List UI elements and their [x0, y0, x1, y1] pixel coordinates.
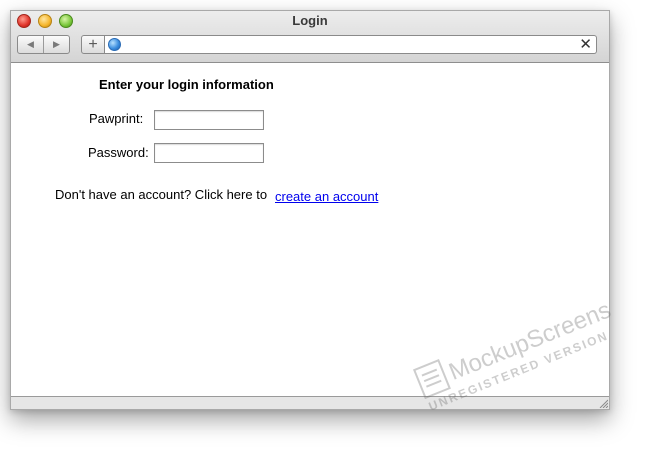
- login-heading: Enter your login information: [99, 77, 274, 92]
- left-triangle-icon: ◀: [27, 39, 34, 49]
- globe-icon: [108, 38, 121, 51]
- window-title: Login: [292, 13, 328, 28]
- title-bar: Login ◀ ▶ + ✕: [11, 11, 609, 63]
- browser-window: Login ◀ ▶ + ✕ Enter your login informati…: [10, 10, 610, 410]
- resize-grip-icon[interactable]: [598, 398, 608, 408]
- add-bookmark-button[interactable]: +: [81, 35, 105, 54]
- password-input[interactable]: [154, 143, 264, 163]
- navigation-buttons: ◀ ▶: [17, 35, 70, 54]
- signup-prompt: Don't have an account? Click here to: [55, 187, 268, 202]
- page-content: Enter your login information Pawprint: P…: [11, 63, 609, 396]
- password-label: Password:: [88, 145, 149, 160]
- create-account-link[interactable]: create an account: [275, 189, 378, 204]
- right-triangle-icon: ▶: [53, 39, 60, 49]
- pawprint-input[interactable]: [154, 110, 264, 130]
- status-bar: [11, 396, 609, 409]
- address-bar[interactable]: ✕: [105, 35, 597, 54]
- back-button[interactable]: ◀: [18, 36, 44, 53]
- clear-url-button[interactable]: ✕: [579, 36, 592, 53]
- pawprint-label: Pawprint:: [89, 111, 144, 126]
- forward-button[interactable]: ▶: [44, 36, 69, 53]
